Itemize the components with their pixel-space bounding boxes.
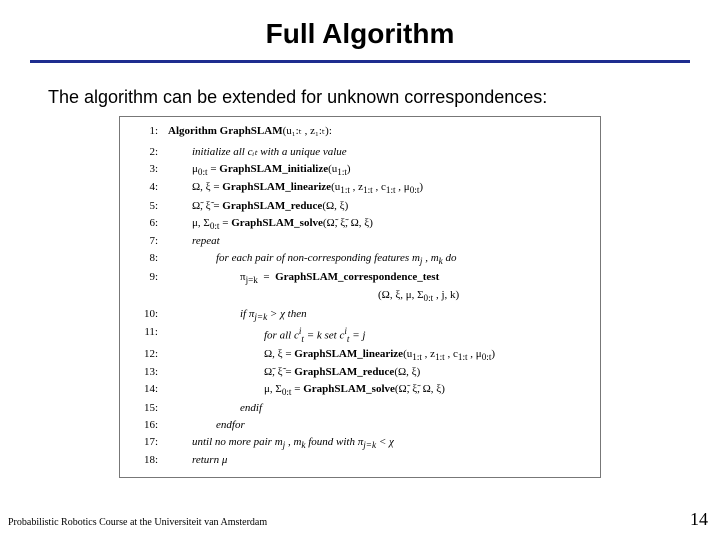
algo-line-8: 8: for each pair of non-corresponding fe… — [134, 250, 590, 268]
algo-line-1: 1: Algorithm GraphSLAM(u₁:ₜ , z₁:ₜ): — [134, 123, 590, 140]
algo-num: 9: — [134, 269, 168, 287]
algo-num: 7: — [134, 233, 168, 250]
algo-text: for all cit = k set cit = j — [168, 324, 590, 346]
algo-text: Ω, ξ = GraphSLAM_linearize(u1:t , z1:t ,… — [168, 346, 590, 364]
algo-num: 18: — [134, 452, 168, 469]
algo-num: 3: — [134, 161, 168, 179]
algo-text: repeat — [168, 233, 590, 250]
algo-text: for each pair of non-corresponding featu… — [168, 250, 590, 268]
algo-call: GraphSLAM_correspondence_test — [275, 271, 439, 283]
algo-text: μ0:t = GraphSLAM_initialize(u1:t) — [168, 161, 590, 179]
algorithm-box: 1: Algorithm GraphSLAM(u₁:ₜ , z₁:ₜ): 2: … — [119, 116, 601, 478]
algo-text: endfor — [168, 417, 590, 434]
algo-line-18: 18: return μ — [134, 452, 590, 469]
algo-line-9: 9: πj=k = GraphSLAM_correspondence_test — [134, 269, 590, 287]
algo-line-7: 7: repeat — [134, 233, 590, 250]
footer-left: Probabilistic Robotics Course at the Uni… — [8, 517, 267, 528]
algo-num: 8: — [134, 250, 168, 268]
algo-line-10: 10: if πj=k > χ then — [134, 306, 590, 324]
algo-line-2: 2: initialize all cᵢₜ with a unique valu… — [134, 144, 590, 161]
algo-text: μ, Σ0:t = GraphSLAM_solve(Ω̃, ξ̃, Ω, ξ) — [168, 215, 590, 233]
algo-line-5: 5: Ω̃, ξ̃ = GraphSLAM_reduce(Ω, ξ) — [134, 198, 590, 215]
algo-text: endif — [168, 400, 590, 417]
slide-title: Full Algorithm — [0, 0, 720, 60]
algo-line-13: 13: Ω̃, ξ̃ = GraphSLAM_reduce(Ω, ξ) — [134, 364, 590, 381]
title-underline — [30, 60, 690, 63]
algo-num: 2: — [134, 144, 168, 161]
algo-num: 13: — [134, 364, 168, 381]
algo-num: 4: — [134, 179, 168, 197]
algo-num: 5: — [134, 198, 168, 215]
slide-root: Full Algorithm The algorithm can be exte… — [0, 0, 720, 540]
algo-line-11: 11: for all cit = k set cit = j — [134, 324, 590, 346]
algo-header-label: Algorithm GraphSLAM — [168, 125, 283, 137]
algo-num: 11: — [134, 324, 168, 346]
page-number: 14 — [690, 509, 708, 530]
algo-text: initialize all cᵢₜ with a unique value — [168, 144, 590, 161]
algo-text: πj=k = GraphSLAM_correspondence_test — [168, 269, 590, 287]
algo-num: 16: — [134, 417, 168, 434]
algo-line-4: 4: Ω, ξ = GraphSLAM_linearize(u1:t , z1:… — [134, 179, 590, 197]
algo-num: 12: — [134, 346, 168, 364]
algo-text: until no more pair mj , mk found with πj… — [168, 434, 590, 452]
algo-text: Ω̃, ξ̃ = GraphSLAM_reduce(Ω, ξ) — [168, 364, 590, 381]
algo-num: 6: — [134, 215, 168, 233]
algo-line-9b: (Ω, ξ, μ, Σ0:t , j, k) — [134, 287, 590, 305]
algo-line-12: 12: Ω, ξ = GraphSLAM_linearize(u1:t , z1… — [134, 346, 590, 364]
algo-num: 10: — [134, 306, 168, 324]
slide-subtitle: The algorithm can be extended for unknow… — [48, 87, 672, 108]
algo-text: (Ω, ξ, μ, Σ0:t , j, k) — [168, 287, 590, 305]
algo-num — [134, 287, 168, 305]
algo-text: return μ — [168, 452, 590, 469]
algo-line-6: 6: μ, Σ0:t = GraphSLAM_solve(Ω̃, ξ̃, Ω, … — [134, 215, 590, 233]
algo-num: 1: — [134, 123, 168, 140]
algo-text: Algorithm GraphSLAM(u₁:ₜ , z₁:ₜ): — [168, 123, 590, 140]
algo-line-14: 14: μ, Σ0:t = GraphSLAM_solve(Ω̃, ξ̃, Ω,… — [134, 381, 590, 399]
algo-text: if πj=k > χ then — [168, 306, 590, 324]
algo-num: 17: — [134, 434, 168, 452]
algo-line-3: 3: μ0:t = GraphSLAM_initialize(u1:t) — [134, 161, 590, 179]
algo-line-17: 17: until no more pair mj , mk found wit… — [134, 434, 590, 452]
algo-line-16: 16: endfor — [134, 417, 590, 434]
algo-text: Ω, ξ = GraphSLAM_linearize(u1:t , z1:t ,… — [168, 179, 590, 197]
algo-num: 15: — [134, 400, 168, 417]
algo-num: 14: — [134, 381, 168, 399]
algo-text: μ, Σ0:t = GraphSLAM_solve(Ω̃, ξ̃, Ω, ξ) — [168, 381, 590, 399]
algo-header-args: (u₁:ₜ , z₁:ₜ): — [283, 125, 332, 137]
algo-line-15: 15: endif — [134, 400, 590, 417]
algo-text: Ω̃, ξ̃ = GraphSLAM_reduce(Ω, ξ) — [168, 198, 590, 215]
